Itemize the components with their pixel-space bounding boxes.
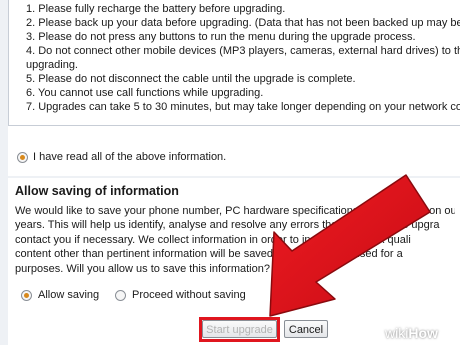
pointer-arrow xyxy=(269,174,431,317)
watermark-wiki: wiki xyxy=(385,325,409,341)
watermark-how: How xyxy=(408,325,438,341)
watermark: wikiHow xyxy=(385,325,438,341)
